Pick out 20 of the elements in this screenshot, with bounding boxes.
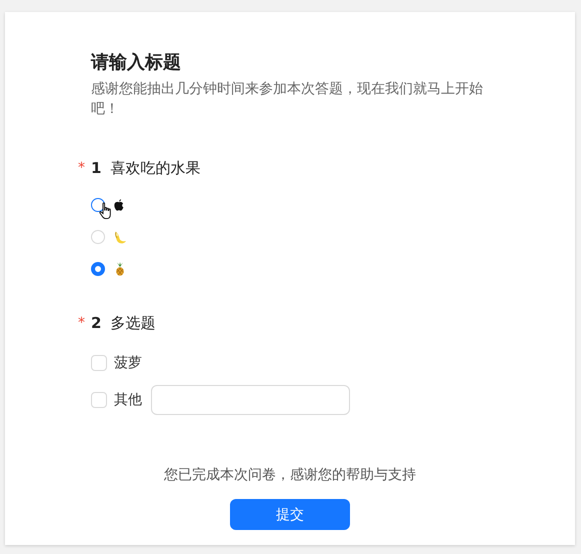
survey-title: 请输入标题: [91, 51, 182, 75]
checkbox[interactable]: [91, 392, 107, 408]
required-mark: *: [78, 160, 86, 176]
question-number: 1: [91, 159, 102, 177]
input-field[interactable]: [151, 384, 350, 414]
question-title: 多选题: [110, 314, 156, 332]
option-label: 其他: [114, 390, 142, 408]
question-title: 喜欢吃的水果: [110, 158, 200, 178]
survey-description: 感谢您能抽出几分钟时间来参加本次答题，现在我们就马上开始吧！: [91, 80, 484, 119]
radio-button[interactable]: [91, 262, 105, 276]
option-label: 菠萝: [114, 354, 142, 372]
hand-cursor-icon: [99, 202, 113, 220]
completion-message: 您已完成本次问卷，感谢您的帮助与支持: [164, 466, 416, 485]
submit-button[interactable]: 提交: [230, 499, 350, 530]
checkbox[interactable]: [91, 354, 107, 370]
required-mark: *: [78, 315, 86, 331]
pineapple-icon: [114, 262, 126, 276]
banana-icon: [114, 230, 127, 244]
apple-icon: [114, 199, 124, 211]
question-number: 2: [91, 314, 102, 332]
